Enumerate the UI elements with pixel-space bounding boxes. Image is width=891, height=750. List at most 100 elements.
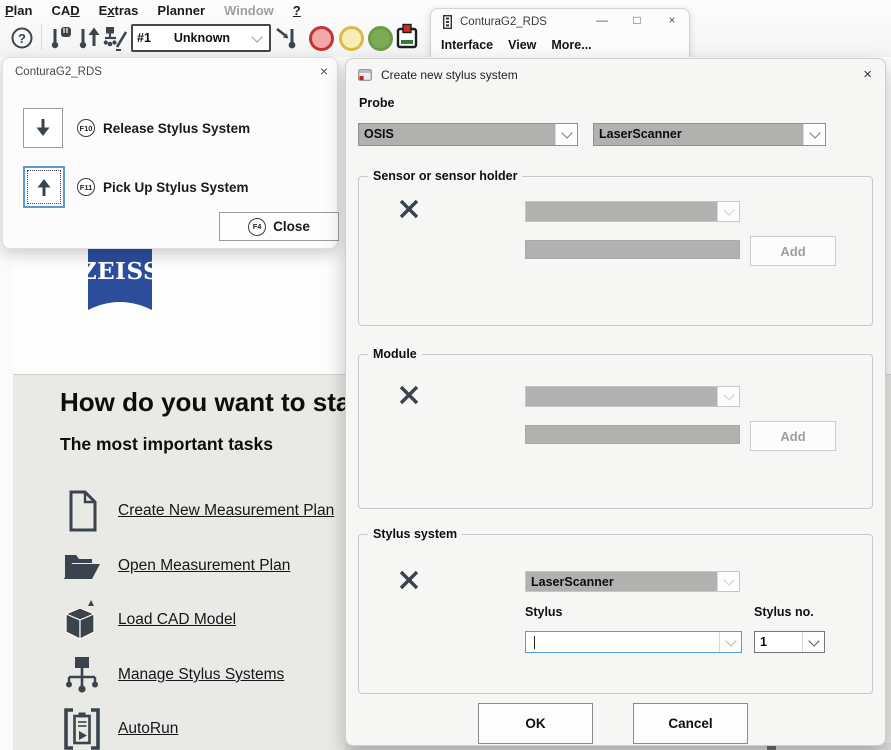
release-stylus-label-row: F10 Release Stylus System [77,119,250,137]
stylus-system-group: Stylus system LaserScanner Stylus Stylus… [358,534,873,694]
menu-interface[interactable]: Interface [441,38,493,52]
open-folder-icon [60,547,104,585]
probe-hand-icon[interactable] [48,24,74,52]
chevron-down-icon [802,632,824,652]
rds-mini-window: ConturaG2_RDS — □ × Interface View More.… [430,8,690,58]
ok-button[interactable]: OK [478,703,593,744]
cnc-status-green-lamp [368,26,393,51]
menu-more[interactable]: More... [551,38,591,52]
chevron-down-icon [251,31,262,42]
mini-window-menu: Interface View More... [441,38,592,52]
task-link[interactable]: AutoRun [118,720,178,738]
stylus-number: #1 [137,31,151,45]
new-document-icon [60,489,104,533]
minimize-icon[interactable]: — [595,13,609,27]
menu-cad[interactable]: CAD [51,3,79,18]
group-legend: Sensor or sensor holder [368,169,522,183]
group-legend: Module [368,347,422,361]
chevron-down-icon [555,124,577,145]
dialog-title: ConturaG2_RDS [15,66,102,78]
task-open-measurement-plan[interactable]: Open Measurement Plan [60,539,290,593]
create-stylus-dialog: Create new stylus system × Probe OSIS La… [345,58,886,746]
svg-text:ZEISS: ZEISS [88,258,152,285]
dialog-app-icon [358,69,372,81]
probe-up-icon[interactable] [76,24,102,52]
release-stylus-button[interactable] [23,108,63,148]
text-cursor [534,636,535,649]
autorun-icon [60,707,104,750]
menu-plan[interactable]: Plan [5,3,32,18]
clear-x-icon [397,383,421,407]
mini-window-controls: — □ × [595,13,679,27]
task-create-measurement-plan[interactable]: Create New Measurement Plan [60,484,334,538]
menu-bar: Plan CAD Extras Planner Window ? [5,1,301,19]
task-manage-stylus-systems[interactable]: Manage Stylus Systems [60,648,284,702]
stylus-system-combobox: LaserScanner [525,571,740,592]
module-name-field [525,425,740,444]
toolbar-separator [41,24,42,50]
sensor-combobox [525,201,740,222]
cancel-button[interactable]: Cancel [633,703,748,744]
machine-status-icon [394,23,420,51]
stylus-name: Unknown [151,31,253,45]
close-icon[interactable]: × [320,63,328,79]
calypso-application: Plan CAD Extras Planner Window ? ? #1 Un… [0,0,891,750]
help-icon[interactable]: ? [9,24,35,52]
close-icon[interactable]: × [665,13,679,27]
stylus-no-label: Stylus no. [754,605,814,619]
sensor-name-field [525,240,740,259]
probe-angle-icon[interactable] [274,24,300,52]
stylus-combobox[interactable] [525,631,742,653]
task-link[interactable]: Manage Stylus Systems [118,666,284,684]
page-title: How do you want to start [60,387,369,418]
stylus-label: Stylus [525,605,563,619]
sensor-add-button: Add [750,236,836,266]
cnc-status-yellow-lamp [339,26,364,51]
cnc-status-red-lamp [309,26,334,51]
chevron-down-icon [803,124,825,145]
chevron-down-icon [719,632,741,652]
sensor-group: Sensor or sensor holder Add [358,176,873,326]
fkey-badge: F11 [77,178,95,196]
probe-label: Probe [359,96,394,110]
clear-x-icon [397,568,421,592]
close-icon[interactable]: × [863,66,872,83]
menu-extras[interactable]: Extras [99,3,139,18]
stylus-no-combobox[interactable]: 1 [754,631,825,653]
module-combobox [525,386,740,407]
chevron-down-icon [717,387,739,406]
maximize-icon[interactable]: □ [630,13,644,27]
close-panel-button[interactable]: F4 Close [219,212,339,241]
arrow-down-icon [32,117,54,139]
task-link[interactable]: Open Measurement Plan [118,557,290,575]
pickup-stylus-button[interactable] [23,166,65,208]
stylus-system-icon [60,653,104,697]
task-load-cad-model[interactable]: Load CAD Model [60,593,236,647]
rds-app-icon [443,15,452,29]
arrow-up-icon [33,176,55,198]
task-link[interactable]: Create New Measurement Plan [118,502,334,520]
module-group: Module Add [358,354,873,509]
module-add-button: Add [750,421,836,451]
stylus-number-combobox[interactable]: #1 Unknown [131,24,271,52]
clear-x-icon [397,197,421,221]
dialog-title: Create new stylus system [381,68,518,82]
mini-window-title: ConturaG2_RDS [460,16,547,28]
stylus-change-icon[interactable] [103,24,129,52]
menu-view[interactable]: View [508,38,536,52]
menu-window: Window [224,3,274,18]
menu-planner[interactable]: Planner [157,3,205,18]
fkey-badge: F4 [248,218,266,236]
mini-window-titlebar[interactable]: ConturaG2_RDS [443,15,547,29]
probe-type-combobox[interactable]: LaserScanner [593,123,826,146]
pickup-stylus-label-row: F11 Pick Up Stylus System [77,178,249,196]
task-link[interactable]: Load CAD Model [118,611,236,629]
probe-interface-combobox[interactable]: OSIS [358,123,578,146]
dialog-titlebar: Create new stylus system [358,68,518,82]
stylus-panel-dialog: ConturaG2_RDS × F10 Release Stylus Syste… [2,57,338,249]
cad-cube-icon [60,597,104,643]
task-autorun[interactable]: AutoRun [60,702,178,750]
fkey-badge: F10 [77,119,95,137]
chevron-down-icon [717,202,739,221]
menu-help[interactable]: ? [293,3,301,18]
